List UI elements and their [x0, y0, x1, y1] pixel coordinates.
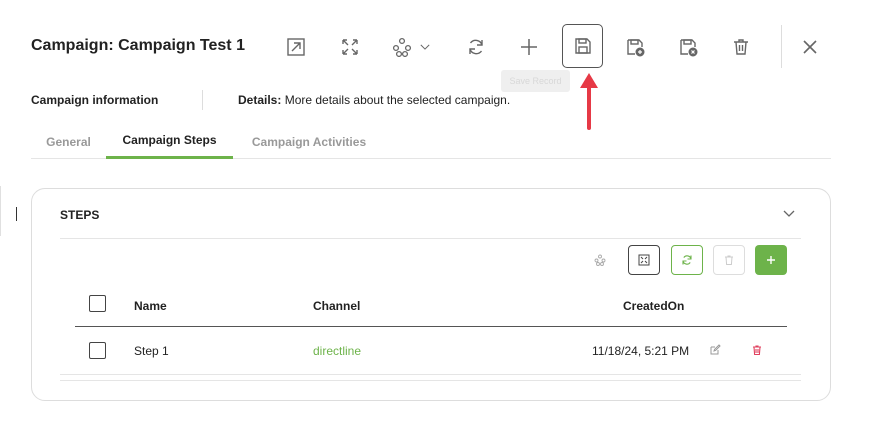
plus-icon [521, 39, 537, 55]
trash-icon[interactable] [751, 344, 763, 356]
row-checkbox[interactable] [89, 342, 106, 359]
details-text: Details: More details about the selected… [238, 93, 510, 107]
column-header-name[interactable]: Name [134, 299, 167, 313]
tab-campaign-steps[interactable]: Campaign Steps [106, 124, 233, 159]
campaign-information-label: Campaign information [31, 93, 159, 107]
expand-button[interactable] [331, 27, 369, 67]
grid-expand-button[interactable] [628, 245, 660, 275]
annotation-arrow-icon [580, 73, 598, 130]
tab-campaign-activities[interactable]: Campaign Activities [233, 124, 385, 159]
save-close-icon [680, 39, 698, 57]
save-tooltip: Save Record [501, 70, 570, 92]
chevron-down-icon[interactable] [782, 206, 796, 220]
refresh-icon [469, 39, 483, 55]
info-divider [202, 90, 203, 110]
tab-bar: General Campaign Steps Campaign Activiti… [31, 124, 831, 159]
steps-card [31, 188, 831, 401]
column-header-channel[interactable]: Channel [313, 299, 360, 313]
text-cursor [16, 207, 17, 221]
chevron-down-icon [420, 44, 430, 50]
refresh-button[interactable] [457, 27, 495, 67]
save-button[interactable] [562, 24, 603, 68]
refresh-icon [682, 255, 692, 265]
page-title: Campaign: Campaign Test 1 [31, 37, 245, 54]
save-and-close-button[interactable] [669, 27, 707, 67]
grid-refresh-button[interactable] [671, 245, 703, 275]
tab-general[interactable]: General [31, 124, 106, 159]
left-panel-edge [0, 186, 1, 236]
trash-icon [734, 39, 748, 55]
save-icon [574, 38, 591, 54]
card-divider [60, 238, 801, 239]
close-icon [803, 40, 817, 54]
table-bottom-border [60, 380, 801, 381]
row-divider [60, 374, 801, 375]
row-name[interactable]: Step 1 [134, 344, 169, 358]
trash-icon [725, 255, 733, 265]
header-divider [75, 326, 787, 327]
workflow-icon [594, 254, 606, 266]
workflow-menu-button[interactable] [388, 27, 438, 67]
row-created-on: 11/18/24, 5:21 PM [592, 344, 690, 358]
steps-title: STEPS [60, 208, 100, 222]
save-plus-icon [627, 39, 645, 57]
edit-icon[interactable] [709, 344, 721, 356]
open-external-icon [287, 38, 305, 56]
select-all-checkbox[interactable] [89, 295, 106, 312]
expand-icon [638, 254, 650, 266]
open-external-button[interactable] [277, 27, 315, 67]
plus-icon [767, 256, 775, 264]
grid-delete-button[interactable] [713, 245, 745, 275]
add-button[interactable] [510, 27, 548, 67]
save-and-new-button[interactable] [616, 27, 654, 67]
grid-add-button[interactable] [755, 245, 787, 275]
delete-button[interactable] [722, 27, 760, 67]
grid-workflow-button[interactable] [584, 245, 616, 275]
column-header-createdon[interactable]: CreatedOn [623, 299, 684, 313]
details-label: Details: [238, 93, 282, 107]
close-button[interactable] [791, 27, 829, 67]
expand-icon [342, 39, 358, 55]
details-description: More details about the selected campaign… [284, 93, 511, 107]
toolbar-divider [781, 25, 782, 68]
workflow-icon [392, 37, 412, 57]
row-channel-link[interactable]: directline [313, 344, 361, 358]
